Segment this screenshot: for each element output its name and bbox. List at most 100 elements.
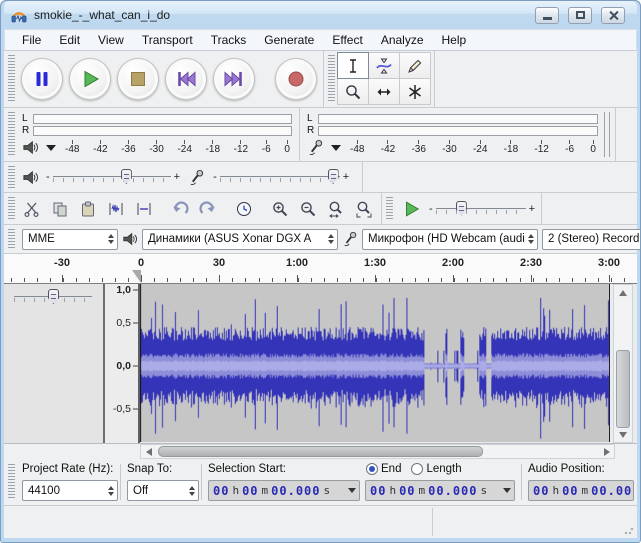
play-button[interactable] bbox=[69, 58, 111, 100]
ruler-minor-tick bbox=[167, 278, 168, 282]
ruler-minor-tick bbox=[259, 278, 260, 282]
menu-item-edit[interactable]: Edit bbox=[50, 30, 89, 50]
end-radio[interactable]: End bbox=[366, 463, 401, 475]
output-volume-slider[interactable] bbox=[53, 167, 171, 187]
menu-item-view[interactable]: View bbox=[89, 30, 133, 50]
playback-speed-slider[interactable] bbox=[436, 199, 526, 219]
resize-grip[interactable] bbox=[624, 525, 634, 535]
minimize-button[interactable] bbox=[535, 7, 559, 24]
fit-project-button[interactable] bbox=[351, 196, 377, 222]
recording-channels-select[interactable]: 2 (Stereo) Record bbox=[542, 229, 641, 250]
scroll-right-button[interactable] bbox=[599, 445, 614, 458]
ruler-minor-tick bbox=[102, 278, 103, 282]
close-button[interactable] bbox=[601, 7, 625, 24]
close-icon bbox=[608, 10, 619, 21]
audio-host-select[interactable]: MME bbox=[22, 229, 118, 250]
transcription-toolbar-grip[interactable] bbox=[386, 197, 393, 220]
title-bar[interactable]: smokie_-_what_can_i_do bbox=[4, 1, 637, 29]
horizontal-scroll-track[interactable] bbox=[156, 445, 599, 458]
recording-meter-dropdown[interactable] bbox=[327, 141, 345, 155]
selection-end-field[interactable]: 00h00m00.000s bbox=[365, 480, 515, 501]
menu-item-effect[interactable]: Effect bbox=[323, 30, 371, 50]
menu-item-tracks[interactable]: Tracks bbox=[202, 30, 256, 50]
recording-meter-left-bar[interactable] bbox=[318, 114, 598, 124]
zoom-out-button[interactable] bbox=[295, 196, 321, 222]
ruler-minor-tick bbox=[454, 278, 455, 282]
envelope-tool-button[interactable] bbox=[368, 52, 400, 79]
paste-button[interactable] bbox=[75, 196, 101, 222]
microphone-icon bbox=[188, 169, 205, 186]
undo-button[interactable] bbox=[167, 196, 193, 222]
snap-to-select[interactable]: Off bbox=[127, 480, 199, 501]
play-at-speed-button[interactable] bbox=[396, 196, 426, 222]
menu-item-generate[interactable]: Generate bbox=[255, 30, 323, 50]
time-digits: 00 bbox=[399, 484, 415, 498]
playback-meter-grip[interactable] bbox=[8, 112, 15, 157]
multi-tool-button[interactable] bbox=[399, 78, 431, 105]
playback-meter-left-bar[interactable] bbox=[33, 114, 292, 124]
zoom-tool-button[interactable] bbox=[337, 78, 369, 105]
project-rate-select[interactable]: 44100 bbox=[22, 480, 118, 501]
device-toolbar-grip[interactable] bbox=[8, 229, 15, 249]
skip-to-end-button[interactable] bbox=[213, 58, 255, 100]
fit-project-icon bbox=[355, 200, 373, 218]
tools-toolbar-grip[interactable] bbox=[328, 55, 335, 103]
playhead-marker[interactable] bbox=[132, 270, 141, 283]
skip-to-start-button[interactable] bbox=[165, 58, 207, 100]
edit-toolbar-grip[interactable] bbox=[8, 197, 15, 220]
audio-position-field[interactable]: 00h00m00.000s bbox=[528, 480, 634, 501]
copy-button[interactable] bbox=[47, 196, 73, 222]
silence-audio-button[interactable] bbox=[131, 196, 157, 222]
trim-audio-button[interactable] bbox=[103, 196, 129, 222]
transport-toolbar-grip[interactable] bbox=[8, 55, 15, 103]
redo-button[interactable] bbox=[195, 196, 221, 222]
track-control-panel[interactable] bbox=[4, 284, 105, 443]
waveform[interactable] bbox=[140, 284, 610, 442]
horizontal-scroll-row bbox=[4, 444, 637, 459]
zoom-in-button[interactable] bbox=[267, 196, 293, 222]
vertical-scrollbar[interactable] bbox=[613, 284, 633, 443]
scroll-down-button[interactable] bbox=[614, 427, 632, 442]
scroll-up-button[interactable] bbox=[614, 285, 632, 300]
record-button[interactable] bbox=[275, 58, 317, 100]
vertical-scroll-thumb[interactable] bbox=[616, 350, 630, 428]
fit-selection-button[interactable] bbox=[323, 196, 349, 222]
menu-item-file[interactable]: File bbox=[13, 30, 50, 50]
menu-item-analyze[interactable]: Analyze bbox=[372, 30, 433, 50]
length-radio[interactable]: Length bbox=[411, 463, 461, 475]
pause-button[interactable] bbox=[21, 58, 63, 100]
timeshift-tool-button[interactable] bbox=[368, 78, 400, 105]
mixer-toolbar-grip[interactable] bbox=[8, 166, 15, 188]
time-digits: 00 bbox=[242, 484, 258, 498]
menu-item-transport[interactable]: Transport bbox=[133, 30, 202, 50]
stop-button[interactable] bbox=[117, 58, 159, 100]
playback-meter-toolbar[interactable]: L R -48-42-36-30-24-18-12-60 bbox=[4, 108, 300, 161]
draw-tool-button[interactable] bbox=[399, 52, 431, 79]
recording-meter-toolbar[interactable]: L R -48-42-36-30-24-18-12-60 bbox=[300, 108, 616, 161]
horizontal-scroll-thumb[interactable] bbox=[158, 446, 483, 457]
selection-toolbar-grip[interactable] bbox=[8, 464, 15, 500]
pan-slider[interactable] bbox=[14, 287, 92, 307]
selection-tool-button[interactable] bbox=[337, 52, 369, 79]
ruler-minor-tick bbox=[585, 278, 586, 282]
sync-lock-button[interactable] bbox=[231, 196, 257, 222]
menu-item-help[interactable]: Help bbox=[433, 30, 476, 50]
playback-meter-right-bar[interactable] bbox=[33, 126, 292, 136]
vertical-scroll-track[interactable] bbox=[614, 300, 632, 427]
playback-device-select[interactable]: Динамики (ASUS Xonar DGX A bbox=[142, 229, 338, 250]
horizontal-scrollbar[interactable] bbox=[140, 444, 615, 459]
recording-meter-resize-grip[interactable] bbox=[604, 112, 610, 157]
recording-meter-right-bar[interactable] bbox=[318, 126, 598, 136]
selection-start-field[interactable]: 00h00m00.000s bbox=[208, 480, 360, 501]
ruler-label-30: 30 bbox=[213, 257, 225, 269]
zoom-in-icon bbox=[271, 200, 289, 218]
cut-button[interactable] bbox=[19, 196, 45, 222]
timeline-ruler[interactable]: -300301:001:302:002:303:00 bbox=[4, 254, 637, 284]
db-tick-label--42: -42 bbox=[93, 140, 107, 155]
scroll-left-button[interactable] bbox=[141, 445, 156, 458]
vertical-ruler[interactable]: 1,00,50,0-0,5 bbox=[105, 284, 140, 443]
maximize-button[interactable] bbox=[568, 7, 592, 24]
recording-device-select[interactable]: Микрофон (HD Webcam (audi bbox=[362, 229, 538, 250]
input-volume-slider[interactable] bbox=[220, 167, 340, 187]
playback-meter-dropdown[interactable] bbox=[42, 141, 60, 155]
